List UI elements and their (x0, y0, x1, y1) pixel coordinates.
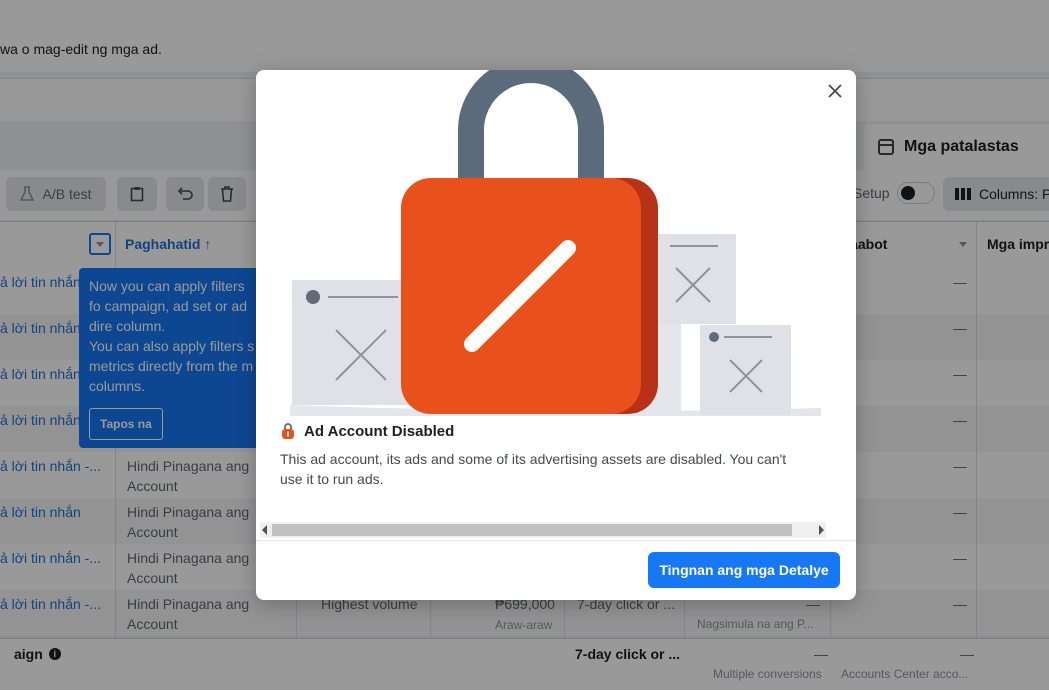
scroll-left-icon[interactable] (262, 525, 267, 535)
dialog-title: Ad Account Disabled (304, 423, 455, 440)
close-icon (828, 84, 842, 98)
dialog-divider (256, 540, 856, 541)
lock-illustration (290, 70, 821, 416)
lock-warning-icon (282, 423, 294, 439)
ad-account-disabled-dialog: Ad Account Disabled This ad account, its… (256, 70, 856, 600)
view-details-button[interactable]: Tingnan ang mga Detalye (648, 552, 840, 588)
scroll-right-icon[interactable] (819, 525, 824, 535)
horizontal-scrollbar[interactable] (260, 522, 826, 538)
scrollbar-thumb[interactable] (272, 524, 792, 536)
dialog-body: This ad account, its ads and some of its… (280, 451, 787, 487)
close-button[interactable] (822, 78, 848, 104)
